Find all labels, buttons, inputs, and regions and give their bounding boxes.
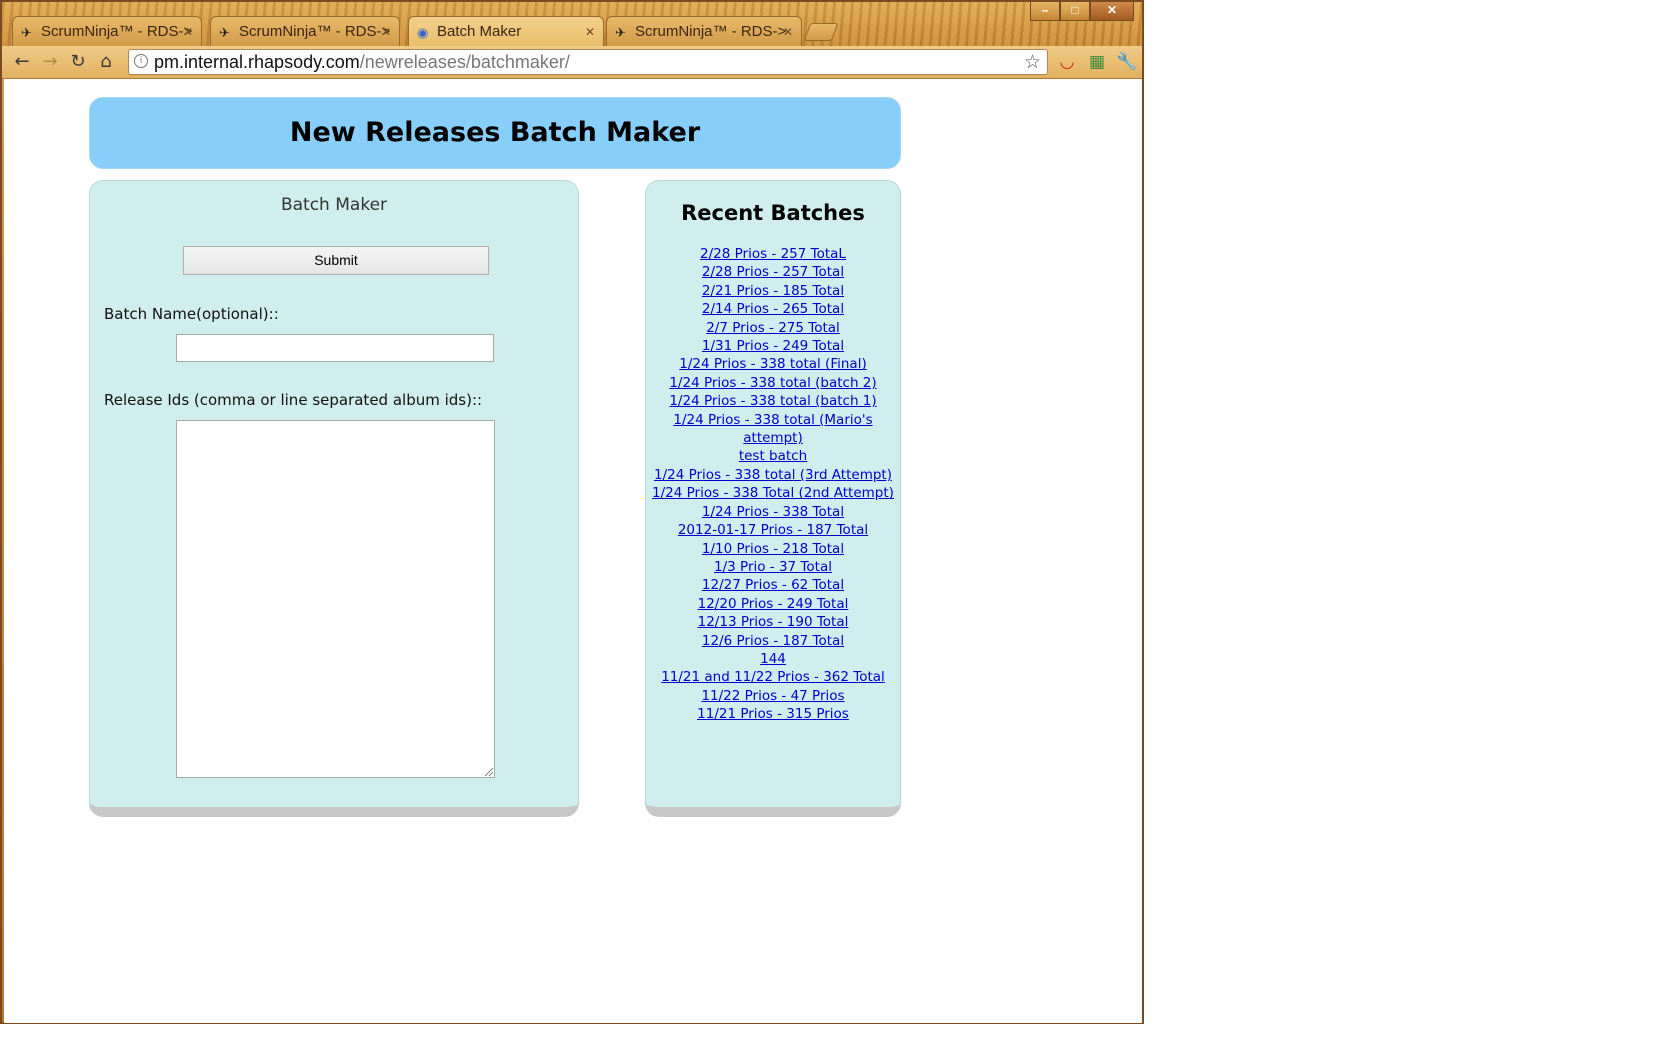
form-title: Batch Maker — [280, 195, 388, 215]
forward-icon[interactable]: → — [38, 50, 62, 74]
batch-link[interactable]: 11/22 Prios - 47 Prios — [646, 687, 900, 705]
release-ids-label: Release Ids (comma or line separated alb… — [104, 391, 483, 409]
recent-batches-title: Recent Batches — [681, 201, 865, 225]
batch-link[interactable]: 144 — [646, 650, 900, 668]
batch-link[interactable]: 11/21 Prios - 315 Prios — [646, 705, 900, 723]
page-icon: ◉ — [417, 25, 429, 40]
back-icon[interactable]: ← — [10, 50, 34, 74]
tab-label: ScrumNinja™ - RDS-> — [635, 23, 787, 40]
url-host: pm.internal.rhapsody.com — [154, 52, 360, 72]
close-icon[interactable]: ✕ — [381, 25, 391, 39]
extension-green-icon[interactable]: ▦ — [1086, 51, 1108, 73]
reload-icon[interactable]: ↻ — [66, 50, 90, 74]
window-controls: – □ ✕ — [1030, 2, 1134, 21]
submit-button[interactable]: Submit — [183, 246, 489, 275]
bookmark-star-icon[interactable]: ☆ — [1024, 51, 1041, 73]
batch-link[interactable]: 2012-01-17 Prios - 187 Total — [646, 521, 900, 539]
tab-scrumninja-2[interactable]: ✈ ScrumNinja™ - RDS-> ✕ — [210, 16, 400, 46]
home-icon[interactable]: ⌂ — [94, 50, 118, 74]
close-icon[interactable]: ✕ — [183, 25, 193, 39]
batch-link[interactable]: 1/24 Prios - 338 Total (2nd Attempt) — [646, 484, 900, 502]
page-info-icon[interactable]: i — [134, 54, 148, 68]
page-title: New Releases Batch Maker — [289, 117, 701, 148]
batch-link[interactable]: 1/10 Prios - 218 Total — [646, 540, 900, 558]
batch-link[interactable]: 1/31 Prios - 249 Total — [646, 337, 900, 355]
ninja-icon: ✈ — [219, 25, 230, 40]
recent-batches-list: 2/28 Prios - 257 TotaL 2/28 Prios - 257 … — [646, 245, 900, 724]
new-tab-button[interactable] — [803, 23, 839, 41]
release-ids-textarea[interactable] — [176, 420, 495, 778]
close-window-button[interactable]: ✕ — [1090, 2, 1134, 21]
tab-label: ScrumNinja™ - RDS-> — [41, 23, 193, 40]
batch-link[interactable]: 2/14 Prios - 265 Total — [646, 300, 900, 318]
batch-link[interactable]: 1/24 Prios - 338 total (batch 2) — [646, 374, 900, 392]
batch-link[interactable]: 1/24 Prios - 338 total (Mario's attempt) — [646, 411, 900, 448]
close-icon[interactable]: ✕ — [585, 25, 595, 39]
tab-batch-maker[interactable]: ◉ Batch Maker ✕ — [408, 16, 604, 47]
url-path: /newreleases/batchmaker/ — [359, 52, 570, 72]
tab-label: Batch Maker — [437, 23, 522, 40]
tab-label: ScrumNinja™ - RDS-> — [239, 23, 391, 40]
batch-link[interactable]: 1/24 Prios - 338 total (Final) — [646, 355, 900, 373]
ninja-icon: ✈ — [615, 25, 626, 40]
wrench-icon[interactable]: 🔧 — [1116, 51, 1138, 73]
batch-link[interactable]: 2/28 Prios - 257 TotaL — [646, 245, 900, 263]
batch-link[interactable]: 12/6 Prios - 187 Total — [646, 632, 900, 650]
batch-link[interactable]: test batch — [646, 447, 900, 465]
batch-maker-form: Batch Maker Submit Batch Name(optional):… — [89, 180, 579, 817]
browser-window: ✈ ScrumNinja™ - RDS-> ✕ ✈ ScrumNinja™ - … — [0, 0, 1144, 1024]
batch-link[interactable]: 2/28 Prios - 257 Total — [646, 263, 900, 281]
page-viewport: New Releases Batch Maker Batch Maker Sub… — [4, 79, 1142, 1023]
minimize-button[interactable]: – — [1030, 2, 1060, 21]
batch-link[interactable]: 1/24 Prios - 338 Total — [646, 503, 900, 521]
batch-link[interactable]: 12/13 Prios - 190 Total — [646, 613, 900, 631]
batch-link[interactable]: 2/21 Prios - 185 Total — [646, 282, 900, 300]
url-text[interactable]: pm.internal.rhapsody.com/newreleases/bat… — [154, 52, 570, 73]
address-bar[interactable]: i pm.internal.rhapsody.com/newreleases/b… — [128, 49, 1048, 75]
browser-toolbar: ← → ↻ ⌂ i pm.internal.rhapsody.com/newre… — [2, 46, 1142, 79]
tab-scrumninja-1[interactable]: ✈ ScrumNinja™ - RDS-> ✕ — [12, 16, 202, 46]
tab-scrumninja-3[interactable]: ✈ ScrumNinja™ - RDS-> ✕ — [606, 16, 802, 46]
recent-batches-panel: Recent Batches 2/28 Prios - 257 TotaL 2/… — [645, 180, 901, 817]
batch-link[interactable]: 12/20 Prios - 249 Total — [646, 595, 900, 613]
extension-magnet-icon[interactable]: ◡ — [1056, 51, 1078, 73]
maximize-button[interactable]: □ — [1060, 2, 1090, 21]
batch-link[interactable]: 1/24 Prios - 338 total (batch 1) — [646, 392, 900, 410]
close-icon[interactable]: ✕ — [783, 25, 793, 39]
batch-link[interactable]: 11/21 and 11/22 Prios - 362 Total — [646, 668, 900, 686]
batch-link[interactable]: 12/27 Prios - 62 Total — [646, 576, 900, 594]
batch-name-label: Batch Name(optional):: — [104, 305, 279, 323]
page-header: New Releases Batch Maker — [89, 97, 901, 169]
batch-name-input[interactable] — [176, 334, 494, 362]
resize-grip-icon[interactable] — [485, 768, 493, 776]
batch-link[interactable]: 1/24 Prios - 338 total (3rd Attempt) — [646, 466, 900, 484]
batch-link[interactable]: 1/3 Prio - 37 Total — [646, 558, 900, 576]
batch-link[interactable]: 2/7 Prios - 275 Total — [646, 319, 900, 337]
ninja-icon: ✈ — [21, 25, 32, 40]
tab-strip: ✈ ScrumNinja™ - RDS-> ✕ ✈ ScrumNinja™ - … — [2, 2, 1142, 47]
